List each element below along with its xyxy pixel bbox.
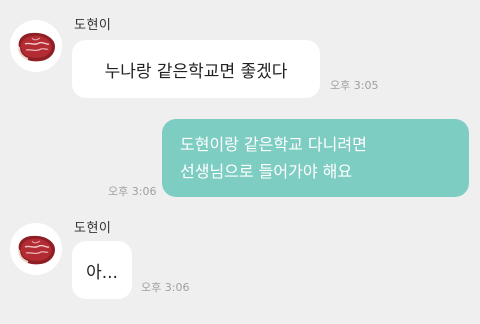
message-timestamp: 오후 3:06 bbox=[141, 281, 190, 294]
incoming-message-bubble[interactable]: 누나랑 같은학교면 좋겠다 bbox=[72, 40, 320, 98]
message-timestamp: 오후 3:06 bbox=[108, 185, 157, 198]
sender-name: 도현이 bbox=[74, 221, 112, 236]
message-line: 선생님으로 들어가야 해요 bbox=[180, 162, 353, 181]
sender-name: 도현이 bbox=[74, 18, 112, 33]
incoming-message-bubble[interactable]: 아... bbox=[72, 241, 132, 299]
chat-thread: 도현이 누나랑 같은학교면 좋겠다 오후 3:05 오후 3:06 도현이랑 같… bbox=[0, 0, 480, 324]
message-line: 도현이랑 같은학교 다니려면 bbox=[180, 135, 367, 154]
outgoing-message-bubble[interactable]: 도현이랑 같은학교 다니려면 선생님으로 들어가야 해요 bbox=[162, 119, 469, 197]
steak-icon bbox=[18, 235, 55, 265]
steak-icon bbox=[18, 32, 55, 62]
avatar[interactable] bbox=[10, 223, 62, 275]
message-timestamp: 오후 3:05 bbox=[330, 79, 379, 92]
avatar[interactable] bbox=[10, 20, 62, 72]
